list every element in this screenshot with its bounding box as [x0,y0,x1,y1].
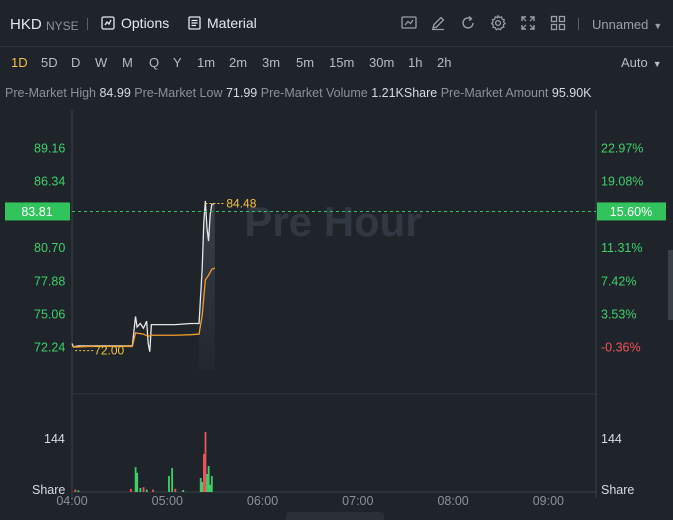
volume-left-tick: 144 [44,432,65,446]
fullscreen-icon[interactable] [519,14,537,32]
y-axis-left-tick: 89.16 [34,141,65,155]
side-scrollbar[interactable] [668,250,673,320]
document-icon [188,16,201,30]
chevron-down-icon: ▼ [652,59,662,69]
y-axis-left-tick: 80.70 [34,241,65,255]
chart-background [0,110,673,520]
volume-bar [182,490,185,492]
divider [578,18,579,30]
y-axis-right-tick: 19.08% [601,175,643,189]
volume-bar [202,454,205,492]
period-tab-q[interactable]: Q [149,55,159,70]
period-tab-w[interactable]: W [95,55,107,70]
y-axis-left-tick: 75.06 [34,308,65,322]
volume-bar [139,488,142,492]
draw-pen-icon[interactable] [429,14,447,32]
period-tab-y[interactable]: Y [173,55,182,70]
settings-gear-icon[interactable] [489,14,507,32]
y-axis-right-tick: 7.42% [601,274,636,288]
premarket-stats: Pre-Market High 84.99 Pre-Market Low 71.… [5,86,592,100]
volume-bar [134,467,137,492]
period-tab-1h[interactable]: 1h [408,55,422,70]
period-tab-5d[interactable]: 5D [41,55,58,70]
volume-bar [142,487,145,492]
volume-bar [152,489,154,492]
scroll-handle[interactable] [286,512,384,520]
period-bar: 1D 5D D W M Q Y 1m 2m 3m 5m 15m 30m 1h 2h [0,50,673,74]
y-axis-right-tick: 11.31% [601,241,642,255]
volume-bar [199,478,202,492]
top-toolbar: HKD NYSE Options Material Unnamed ▼ [0,0,673,47]
x-axis-tick: 04:00 [56,494,87,508]
x-axis-tick: 08:00 [437,494,468,508]
layout-name: Unnamed [592,17,649,32]
divider [87,18,88,30]
period-tab-m[interactable]: M [122,55,133,70]
premarket-volume-value: 1.21KShare [371,86,438,100]
period-tab-3m[interactable]: 3m [262,55,280,70]
y-axis-right-tick: -0.36% [601,341,641,355]
volume-bar [74,489,77,492]
volume-bar [77,490,80,492]
scale-mode-label: Auto [621,55,648,70]
period-tab-5m[interactable]: 5m [296,55,314,70]
period-tab-2h[interactable]: 2h [437,55,451,70]
layout-selector[interactable]: Unnamed ▼ [592,17,662,32]
period-tab-1m[interactable]: 1m [197,55,215,70]
y-axis-right-tick: 22.97% [601,141,643,155]
premarket-volume-label: Pre-Market Volume [260,86,368,100]
x-axis-tick: 06:00 [247,494,278,508]
symbol-label[interactable]: HKD [10,16,42,33]
material-label: Material [207,15,257,31]
x-axis-tick: 07:00 [342,494,373,508]
y-axis-left-tick: 77.88 [34,274,65,288]
scale-mode-selector[interactable]: Auto ▼ [621,55,662,70]
exchange-label: NYSE [46,19,79,33]
volume-bar [204,432,207,492]
volume-bar [209,484,212,492]
options-icon [101,16,115,30]
chart-type-icon[interactable] [400,14,418,32]
volume-bar [174,488,177,492]
premarket-amount-value: 95.90K [551,86,592,100]
x-axis-tick: 05:00 [152,494,183,508]
material-button[interactable]: Material [188,15,257,31]
premarket-amount-label: Pre-Market Amount [440,86,549,100]
period-tab-d[interactable]: D [71,55,80,70]
current-price-value: 83.81 [21,205,52,219]
volume-bar [210,476,213,492]
volume-bar [168,476,170,492]
volume-bar [129,488,132,492]
low-marker-label: 72.00 [94,344,124,358]
volume-bar [171,468,174,492]
period-tab-15m[interactable]: 15m [329,55,354,70]
volume-bar [206,474,208,492]
options-label: Options [121,15,170,31]
current-change-value: 15.60% [610,205,652,219]
volume-right-unit: Share [601,483,634,497]
period-tab-2m[interactable]: 2m [229,55,247,70]
chevron-down-icon: ▼ [653,21,663,31]
volume-bar [201,482,204,492]
watermark-text: Pre Hour [244,198,421,245]
premarket-high-value: 84.99 [99,86,131,100]
y-axis-right-tick: 3.53% [601,308,636,322]
volume-bar [136,472,139,492]
volume-bar [207,466,210,492]
y-axis-left-tick: 86.34 [34,175,65,189]
layout-grid-icon[interactable] [549,14,567,32]
period-tab-1d[interactable]: 1D [11,55,28,70]
price-chart[interactable]: Pre Hour 89.16 22.97% 86.34 19.08% 80.70 11.31… [0,110,673,520]
refresh-icon[interactable] [459,14,477,32]
premarket-low-value: 71.99 [225,86,258,100]
high-marker-label: 84.48 [226,197,256,211]
volume-bar [145,489,148,492]
y-axis-left-tick: 72.24 [34,341,65,355]
volume-right-tick: 144 [601,432,622,446]
premarket-low-label: Pre-Market Low [134,86,223,100]
x-axis-tick: 09:00 [533,494,564,508]
premarket-high-label: Pre-Market High [5,86,96,100]
period-tab-30m[interactable]: 30m [369,55,394,70]
options-button[interactable]: Options [101,15,169,31]
